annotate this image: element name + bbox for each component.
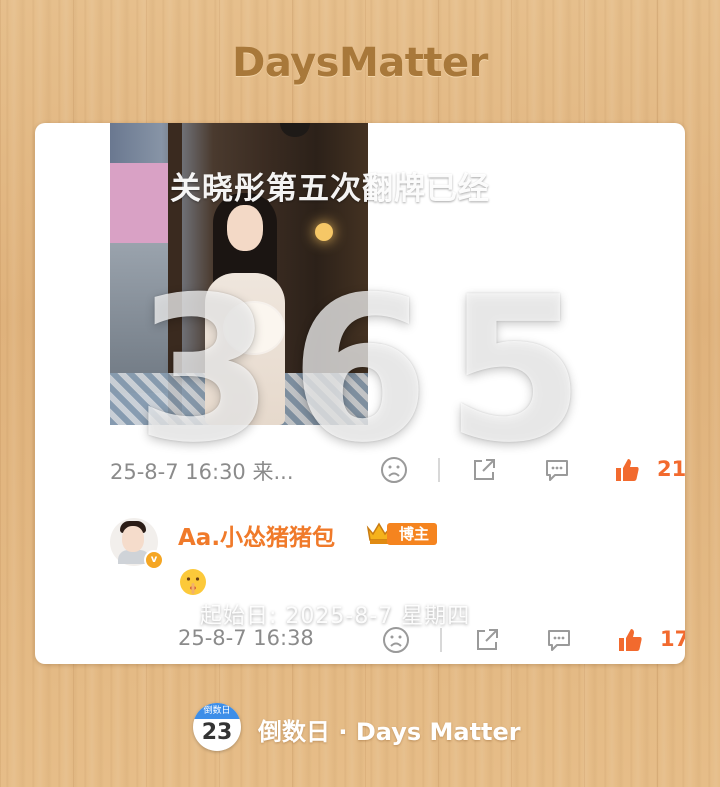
footer-label: 倒数日 · Days Matter	[258, 718, 521, 746]
comment-icon[interactable]	[545, 626, 573, 654]
frown-icon[interactable]	[382, 626, 410, 654]
meta-divider	[440, 628, 442, 652]
comment-meta-row: 25-8-7 16:38 17	[35, 626, 685, 656]
post-like-count: 21	[657, 457, 685, 481]
calendar-icon: 倒数日 23	[193, 703, 241, 751]
post-caption: 关晓彤第五次翻牌已经	[170, 171, 490, 207]
comment-like-count: 17	[660, 627, 685, 651]
footer-branding: 倒数日 23 倒数日 · Days Matter	[0, 703, 720, 751]
days-count: 365	[135, 254, 601, 487]
blogger-tag: 博主	[387, 523, 438, 545]
share-icon[interactable]	[473, 626, 501, 654]
like-icon[interactable]	[616, 626, 644, 654]
like-icon[interactable]	[613, 456, 641, 484]
shushing-face-icon	[180, 569, 206, 595]
comment-time: 25-8-7 16:38	[178, 626, 314, 650]
verified-badge: v	[144, 550, 164, 570]
comment-username[interactable]: Aa.小怂猪猪包	[178, 518, 335, 552]
avatar[interactable]: v	[110, 518, 164, 570]
app-title: DaysMatter	[232, 40, 488, 86]
countdown-card[interactable]: 关晓彤第五次翻牌已经 25-8-7 16:30 来... 21 v Aa.小怂猪…	[35, 123, 685, 664]
